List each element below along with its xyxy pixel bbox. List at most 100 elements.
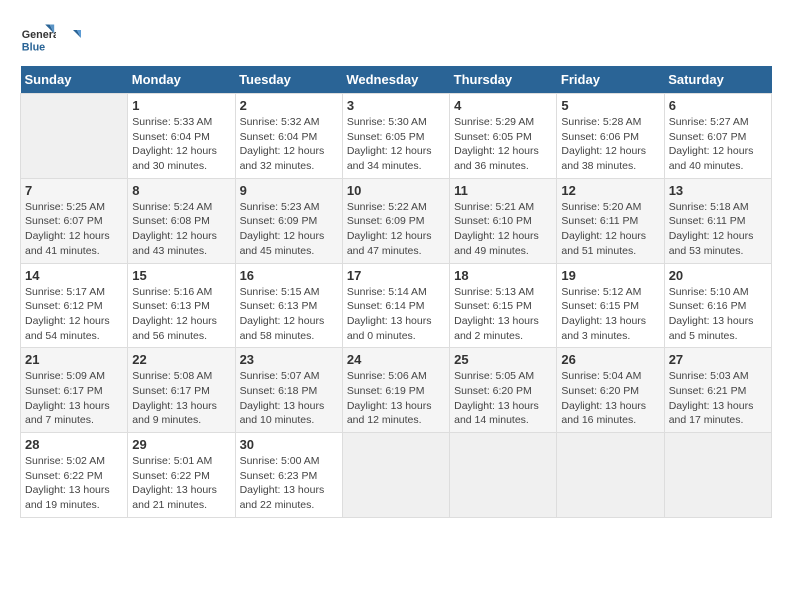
day-cell: 24 Sunrise: 5:06 AMSunset: 6:19 PMDayligh… bbox=[342, 348, 449, 433]
day-cell: 23 Sunrise: 5:07 AMSunset: 6:18 PMDayligh… bbox=[235, 348, 342, 433]
day-cell: 30 Sunrise: 5:00 AMSunset: 6:23 PMDayligh… bbox=[235, 433, 342, 518]
day-cell: 11 Sunrise: 5:21 AMSunset: 6:10 PMDayligh… bbox=[450, 178, 557, 263]
day-cell: 4 Sunrise: 5:29 AMSunset: 6:05 PMDaylight… bbox=[450, 94, 557, 179]
day-cell: 9 Sunrise: 5:23 AMSunset: 6:09 PMDaylight… bbox=[235, 178, 342, 263]
day-cell: 14 Sunrise: 5:17 AMSunset: 6:12 PMDayligh… bbox=[21, 263, 128, 348]
day-cell bbox=[21, 94, 128, 179]
day-info: Sunrise: 5:29 AMSunset: 6:05 PMDaylight:… bbox=[454, 115, 552, 174]
logo: General Blue bbox=[20, 20, 84, 56]
day-info: Sunrise: 5:06 AMSunset: 6:19 PMDaylight:… bbox=[347, 369, 445, 428]
day-number: 26 bbox=[561, 352, 659, 367]
calendar-table: SundayMondayTuesdayWednesdayThursdayFrid… bbox=[20, 66, 772, 518]
day-info: Sunrise: 5:21 AMSunset: 6:10 PMDaylight:… bbox=[454, 200, 552, 259]
day-info: Sunrise: 5:20 AMSunset: 6:11 PMDaylight:… bbox=[561, 200, 659, 259]
weekday-header-monday: Monday bbox=[128, 66, 235, 94]
day-info: Sunrise: 5:15 AMSunset: 6:13 PMDaylight:… bbox=[240, 285, 338, 344]
day-number: 16 bbox=[240, 268, 338, 283]
day-number: 4 bbox=[454, 98, 552, 113]
day-cell: 12 Sunrise: 5:20 AMSunset: 6:11 PMDayligh… bbox=[557, 178, 664, 263]
day-cell bbox=[342, 433, 449, 518]
day-info: Sunrise: 5:30 AMSunset: 6:05 PMDaylight:… bbox=[347, 115, 445, 174]
day-cell bbox=[450, 433, 557, 518]
day-cell: 1 Sunrise: 5:33 AMSunset: 6:04 PMDaylight… bbox=[128, 94, 235, 179]
day-number: 14 bbox=[25, 268, 123, 283]
day-info: Sunrise: 5:07 AMSunset: 6:18 PMDaylight:… bbox=[240, 369, 338, 428]
day-number: 18 bbox=[454, 268, 552, 283]
day-number: 25 bbox=[454, 352, 552, 367]
day-info: Sunrise: 5:32 AMSunset: 6:04 PMDaylight:… bbox=[240, 115, 338, 174]
day-cell: 3 Sunrise: 5:30 AMSunset: 6:05 PMDaylight… bbox=[342, 94, 449, 179]
day-cell: 18 Sunrise: 5:13 AMSunset: 6:15 PMDayligh… bbox=[450, 263, 557, 348]
day-number: 24 bbox=[347, 352, 445, 367]
day-number: 30 bbox=[240, 437, 338, 452]
weekday-header-row: SundayMondayTuesdayWednesdayThursdayFrid… bbox=[21, 66, 772, 94]
day-cell: 17 Sunrise: 5:14 AMSunset: 6:14 PMDayligh… bbox=[342, 263, 449, 348]
day-info: Sunrise: 5:12 AMSunset: 6:15 PMDaylight:… bbox=[561, 285, 659, 344]
day-number: 15 bbox=[132, 268, 230, 283]
day-cell: 22 Sunrise: 5:08 AMSunset: 6:17 PMDayligh… bbox=[128, 348, 235, 433]
day-info: Sunrise: 5:01 AMSunset: 6:22 PMDaylight:… bbox=[132, 454, 230, 513]
day-number: 7 bbox=[25, 183, 123, 198]
day-info: Sunrise: 5:23 AMSunset: 6:09 PMDaylight:… bbox=[240, 200, 338, 259]
day-number: 5 bbox=[561, 98, 659, 113]
day-number: 13 bbox=[669, 183, 767, 198]
logo-flag-icon bbox=[63, 28, 83, 48]
day-cell: 29 Sunrise: 5:01 AMSunset: 6:22 PMDayligh… bbox=[128, 433, 235, 518]
day-cell: 13 Sunrise: 5:18 AMSunset: 6:11 PMDayligh… bbox=[664, 178, 771, 263]
day-number: 29 bbox=[132, 437, 230, 452]
day-info: Sunrise: 5:13 AMSunset: 6:15 PMDaylight:… bbox=[454, 285, 552, 344]
day-number: 23 bbox=[240, 352, 338, 367]
day-number: 17 bbox=[347, 268, 445, 283]
day-info: Sunrise: 5:16 AMSunset: 6:13 PMDaylight:… bbox=[132, 285, 230, 344]
day-info: Sunrise: 5:25 AMSunset: 6:07 PMDaylight:… bbox=[25, 200, 123, 259]
day-cell: 16 Sunrise: 5:15 AMSunset: 6:13 PMDayligh… bbox=[235, 263, 342, 348]
day-cell: 10 Sunrise: 5:22 AMSunset: 6:09 PMDayligh… bbox=[342, 178, 449, 263]
day-info: Sunrise: 5:08 AMSunset: 6:17 PMDaylight:… bbox=[132, 369, 230, 428]
day-cell bbox=[557, 433, 664, 518]
day-info: Sunrise: 5:33 AMSunset: 6:04 PMDaylight:… bbox=[132, 115, 230, 174]
day-number: 2 bbox=[240, 98, 338, 113]
day-number: 20 bbox=[669, 268, 767, 283]
week-row-1: 7 Sunrise: 5:25 AMSunset: 6:07 PMDaylight… bbox=[21, 178, 772, 263]
day-number: 28 bbox=[25, 437, 123, 452]
svg-text:General: General bbox=[22, 29, 56, 41]
day-info: Sunrise: 5:17 AMSunset: 6:12 PMDaylight:… bbox=[25, 285, 123, 344]
day-number: 1 bbox=[132, 98, 230, 113]
weekday-header-tuesday: Tuesday bbox=[235, 66, 342, 94]
day-number: 27 bbox=[669, 352, 767, 367]
day-cell: 15 Sunrise: 5:16 AMSunset: 6:13 PMDayligh… bbox=[128, 263, 235, 348]
weekday-header-sunday: Sunday bbox=[21, 66, 128, 94]
day-info: Sunrise: 5:28 AMSunset: 6:06 PMDaylight:… bbox=[561, 115, 659, 174]
day-number: 3 bbox=[347, 98, 445, 113]
day-number: 6 bbox=[669, 98, 767, 113]
day-number: 8 bbox=[132, 183, 230, 198]
day-number: 10 bbox=[347, 183, 445, 198]
day-info: Sunrise: 5:10 AMSunset: 6:16 PMDaylight:… bbox=[669, 285, 767, 344]
day-info: Sunrise: 5:00 AMSunset: 6:23 PMDaylight:… bbox=[240, 454, 338, 513]
day-info: Sunrise: 5:22 AMSunset: 6:09 PMDaylight:… bbox=[347, 200, 445, 259]
day-cell: 25 Sunrise: 5:05 AMSunset: 6:20 PMDayligh… bbox=[450, 348, 557, 433]
day-number: 11 bbox=[454, 183, 552, 198]
day-number: 12 bbox=[561, 183, 659, 198]
day-info: Sunrise: 5:05 AMSunset: 6:20 PMDaylight:… bbox=[454, 369, 552, 428]
day-info: Sunrise: 5:24 AMSunset: 6:08 PMDaylight:… bbox=[132, 200, 230, 259]
day-info: Sunrise: 5:02 AMSunset: 6:22 PMDaylight:… bbox=[25, 454, 123, 513]
svg-text:Blue: Blue bbox=[22, 42, 45, 54]
day-cell bbox=[664, 433, 771, 518]
day-info: Sunrise: 5:14 AMSunset: 6:14 PMDaylight:… bbox=[347, 285, 445, 344]
day-number: 9 bbox=[240, 183, 338, 198]
weekday-header-friday: Friday bbox=[557, 66, 664, 94]
day-cell: 26Sunrise: 5:04 AMSunset: 6:20 PMDayligh… bbox=[557, 348, 664, 433]
day-number: 19 bbox=[561, 268, 659, 283]
page-header: General Blue bbox=[20, 20, 772, 56]
week-row-4: 28 Sunrise: 5:02 AMSunset: 6:22 PMDayligh… bbox=[21, 433, 772, 518]
day-cell: 8 Sunrise: 5:24 AMSunset: 6:08 PMDaylight… bbox=[128, 178, 235, 263]
day-info: Sunrise: 5:27 AMSunset: 6:07 PMDaylight:… bbox=[669, 115, 767, 174]
day-cell: 6 Sunrise: 5:27 AMSunset: 6:07 PMDaylight… bbox=[664, 94, 771, 179]
weekday-header-thursday: Thursday bbox=[450, 66, 557, 94]
day-number: 21 bbox=[25, 352, 123, 367]
day-number: 22 bbox=[132, 352, 230, 367]
day-info: Sunrise: 5:18 AMSunset: 6:11 PMDaylight:… bbox=[669, 200, 767, 259]
weekday-header-saturday: Saturday bbox=[664, 66, 771, 94]
day-cell: 5 Sunrise: 5:28 AMSunset: 6:06 PMDaylight… bbox=[557, 94, 664, 179]
